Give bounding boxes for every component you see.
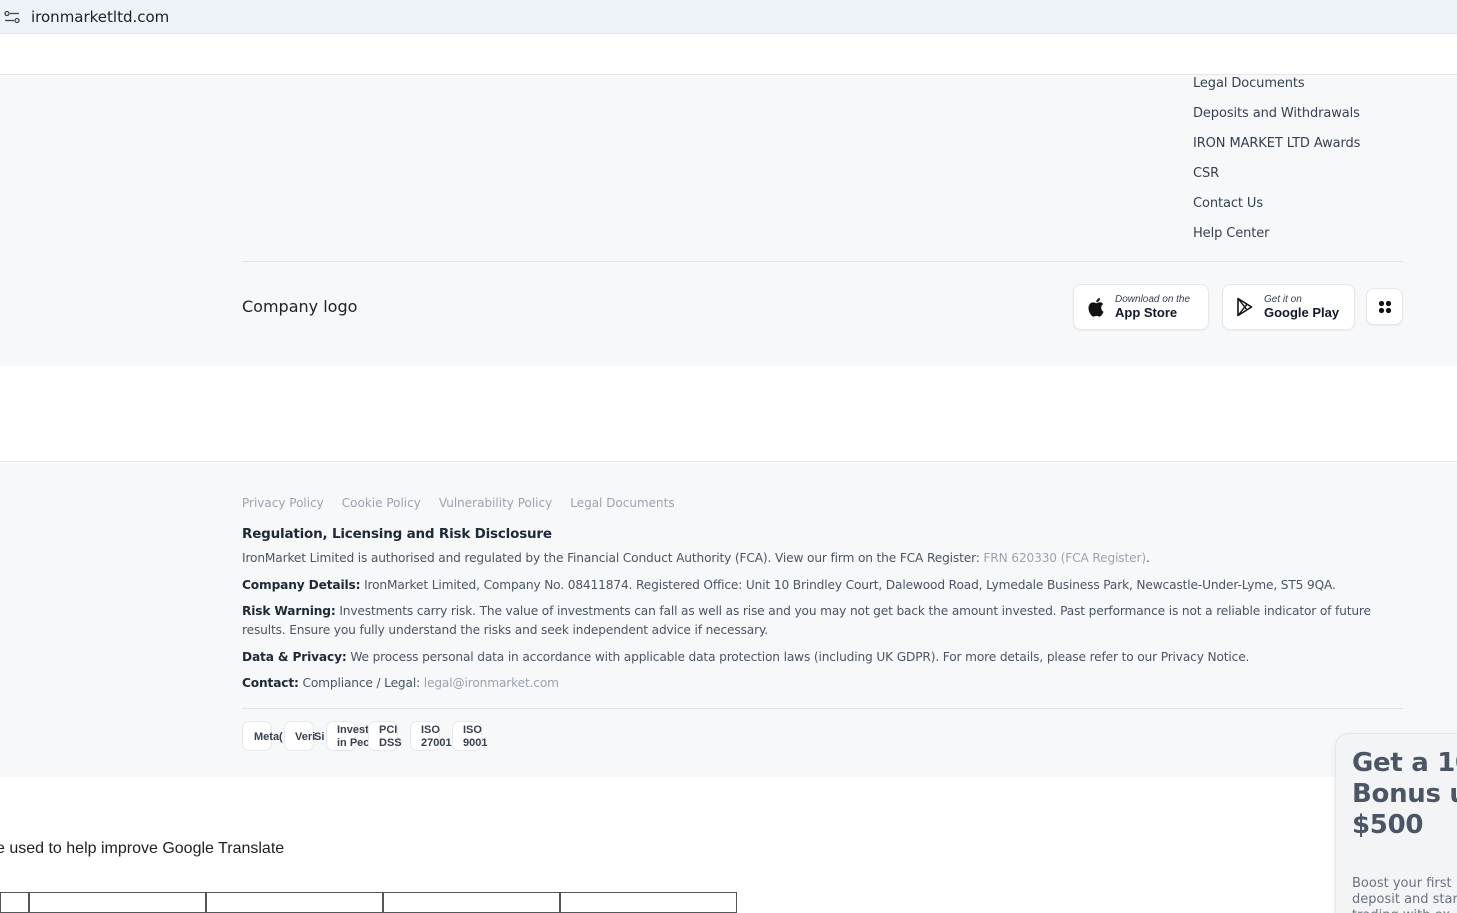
google-translate-notice: e used to help improve Google Translate (0, 840, 285, 857)
table-cell (0, 892, 29, 913)
contact-text: Compliance / Legal: (298, 676, 424, 690)
contact-line: Contact: Compliance / Legal: legal@ironm… (242, 674, 1402, 693)
site-settings-icon[interactable] (4, 10, 20, 24)
badge-pci-dss: PCI DSS (368, 721, 402, 751)
fca-text: IronMarket Limited is authorised and reg… (242, 551, 984, 565)
footer-top: Legal Documents Deposits and Withdrawals… (0, 75, 1457, 366)
google-play-icon (1237, 297, 1253, 317)
apple-icon (1088, 298, 1104, 317)
footer-link-help-center[interactable]: Help Center (1193, 215, 1360, 245)
app-store-button[interactable]: Download on the App Store (1073, 284, 1209, 330)
fca-end: . (1145, 551, 1150, 565)
google-play-big: Google Play (1264, 304, 1340, 320)
browser-address-bar[interactable]: ironmarketltd.com (0, 0, 1457, 34)
legal-documents-link[interactable]: Legal Documents (570, 496, 674, 510)
promo-subtitle: Boost your first deposit and start tradi… (1352, 876, 1457, 913)
fca-register-link[interactable]: FRN 620330 (FCA Register) (983, 551, 1146, 565)
badge-verisign: Veri (284, 721, 315, 751)
app-store-big: App Store (1115, 304, 1178, 320)
company-logo[interactable]: Company logo (242, 297, 357, 316)
grid-icon (1378, 300, 1391, 313)
table-cell (383, 892, 560, 913)
cookie-policy-link[interactable]: Cookie Policy (342, 496, 421, 510)
table-cell (206, 892, 383, 913)
bonus-promo-panel[interactable]: Get a 100% Bonus u to $500 Boost your fi… (1335, 733, 1457, 913)
badge-si: Si (314, 730, 325, 743)
badge-investors-in-people: Invest in Peop (326, 721, 377, 751)
google-play-small: Get it on (1264, 293, 1302, 305)
regulation-heading: Regulation, Licensing and Risk Disclosur… (242, 526, 552, 542)
badge-metaquotes: Meta( (242, 721, 283, 751)
app-store-small: Download on the (1115, 293, 1191, 305)
fca-paragraph: IronMarket Limited is authorised and reg… (242, 549, 1402, 568)
footer-links: Legal Documents Deposits and Withdrawals… (1193, 75, 1360, 245)
legal-section: Privacy Policy Cookie Policy Vulnerabili… (0, 463, 1457, 777)
legal-email-link[interactable]: legal@ironmarket.com (424, 676, 559, 690)
company-text: IronMarket Limited, Company No. 08411874… (360, 578, 1336, 592)
table-cell (560, 892, 737, 913)
spacer-band (0, 366, 1457, 462)
risk-label: Risk Warning: (242, 604, 336, 618)
privacy-label: Data & Privacy: (242, 650, 347, 664)
translate-table (0, 892, 737, 913)
footer-link-contact[interactable]: Contact Us (1193, 185, 1360, 215)
google-play-button[interactable]: Get it on Google Play (1222, 284, 1355, 330)
more-apps-button[interactable] (1366, 288, 1403, 325)
contact-label: Contact: (242, 676, 299, 690)
privacy-policy-link[interactable]: Privacy Policy (242, 496, 324, 510)
header-band (0, 34, 1457, 75)
risk-warning: Risk Warning: Investments carry risk. Th… (242, 602, 1402, 640)
risk-text: Investments carry risk. The value of inv… (242, 604, 1371, 637)
data-privacy: Data & Privacy: We process personal data… (242, 648, 1402, 667)
logo-alt-text: Company logo (242, 297, 358, 316)
divider (242, 261, 1403, 262)
url-text[interactable]: ironmarketltd.com (31, 8, 169, 26)
divider (242, 708, 1403, 709)
footer-link-csr[interactable]: CSR (1193, 155, 1360, 185)
footer-link-awards[interactable]: IRON MARKET LTD Awards (1193, 125, 1360, 155)
company-details: Company Details: IronMarket Limited, Com… (242, 576, 1402, 595)
badge-iso-27001: ISO 27001 (410, 721, 452, 751)
badge-iso-9001: ISO 9001 (452, 721, 487, 751)
table-cell (29, 892, 206, 913)
policy-links: Privacy Policy Cookie Policy Vulnerabili… (242, 496, 675, 510)
company-label: Company Details: (242, 578, 361, 592)
footer-link-deposits[interactable]: Deposits and Withdrawals (1193, 95, 1360, 125)
vulnerability-policy-link[interactable]: Vulnerability Policy (439, 496, 552, 510)
promo-title: Get a 100% Bonus u to $500 (1352, 748, 1457, 840)
privacy-text: We process personal data in accordance w… (346, 650, 1250, 664)
footer-link-legal-documents[interactable]: Legal Documents (1193, 75, 1360, 95)
